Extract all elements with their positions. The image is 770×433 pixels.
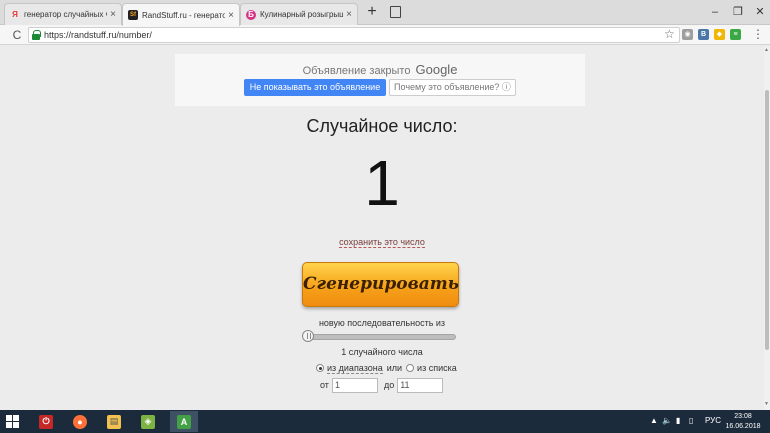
chat-icon[interactable]: ◆ — [714, 29, 725, 40]
blog-icon: Б — [246, 9, 256, 20]
tab-randstuff[interactable]: Sf RandStuff.ru - генератор сл × — [122, 3, 240, 26]
taskbar-power[interactable]: ⏻ — [32, 411, 60, 432]
taskbar-firefox[interactable]: ● — [66, 411, 94, 432]
url-text[interactable]: https://randstuff.ru/number/ — [44, 30, 152, 40]
google-logo: Google — [415, 62, 458, 77]
clock-date: 16.06.2018 — [725, 423, 761, 430]
scroll-up-icon[interactable]: ▲ — [764, 47, 769, 53]
browser-toolbar: C https://randstuff.ru/number/ — [0, 25, 770, 45]
tab-title: генератор случайных чисел он — [24, 10, 107, 19]
close-icon[interactable]: × — [228, 10, 234, 21]
close-window-button[interactable]: ✕ — [750, 4, 770, 20]
radio-range[interactable] — [316, 364, 324, 372]
hide-ad-button[interactable]: Не показывать это объявление — [244, 79, 386, 96]
volume-icon[interactable]: 🔈 — [662, 416, 672, 425]
save-number-link: сохранить это число — [0, 237, 764, 248]
battery-icon[interactable]: ▯ — [689, 416, 693, 425]
tab-title: RandStuff.ru - генератор сл — [142, 10, 225, 20]
ad-closed-box: Объявление закрыто Google Не показывать … — [175, 54, 585, 106]
range-inputs: от 1 до 11 — [320, 377, 449, 393]
windows-taskbar: ⏻ ● ▤ ◈ A ▲ 🔈 ▮ ▯ РУС 23:08 16.06.2018 — [0, 410, 770, 433]
firefox-icon: ● — [73, 414, 87, 429]
tab-yandex[interactable]: Я генератор случайных чисел он × — [4, 3, 122, 25]
restore-button[interactable]: ❐ — [728, 4, 748, 20]
taskbar-explorer[interactable]: ▤ — [100, 411, 128, 432]
radio-or-label: или — [386, 363, 403, 373]
yandex-icon: Я — [12, 10, 18, 19]
menu-icon[interactable]: ⋮ — [752, 27, 764, 41]
minimize-button[interactable]: – — [705, 4, 725, 20]
ad-title-text: Объявление закрыто — [302, 65, 411, 77]
scroll-down-icon[interactable]: ▼ — [764, 401, 769, 407]
why-ad-button[interactable]: Почему это объявление? ⓘ — [389, 79, 516, 96]
to-input[interactable]: 11 — [397, 377, 444, 393]
tab-search-icon[interactable] — [390, 6, 401, 18]
count-slider-handle[interactable] — [302, 330, 314, 342]
count-slider-track[interactable] — [306, 334, 456, 340]
folder-icon: ▤ — [107, 414, 121, 429]
green-extension-icon[interactable]: ≡ — [730, 29, 741, 40]
power-icon: ⏻ — [39, 414, 53, 429]
tab-strip: Я генератор случайных чисел он × Sf Rand… — [0, 0, 770, 26]
network-icon[interactable]: ▮ — [676, 416, 680, 425]
to-label: до — [383, 380, 395, 390]
random-number-result: 1 — [364, 147, 400, 219]
page-title: Случайное число: — [306, 116, 458, 136]
bluestacks-icon: ◈ — [141, 414, 155, 429]
source-radio-group: из диапазона или из списка — [316, 362, 461, 374]
taskbar-app-active[interactable]: A — [170, 411, 198, 432]
taskbar-bluestacks[interactable]: ◈ — [134, 411, 162, 432]
from-label: от — [320, 380, 329, 390]
address-bar[interactable]: https://randstuff.ru/number/ — [28, 27, 680, 43]
sequence-label: новую последовательность из — [318, 318, 446, 328]
page-scrollbar[interactable]: ▲ ▼ — [764, 46, 770, 410]
radio-list-label[interactable]: из списка — [417, 363, 457, 373]
vk-icon[interactable]: В — [698, 29, 709, 40]
tray-chevron-icon[interactable]: ▲ — [650, 416, 658, 425]
radio-list[interactable] — [406, 364, 415, 372]
language-indicator[interactable]: РУС — [705, 416, 721, 425]
radio-range-label[interactable]: из диапазона — [327, 363, 383, 374]
from-input[interactable]: 1 — [331, 377, 378, 393]
save-number-link-text[interactable]: сохранить это число — [339, 237, 425, 248]
page-content: Объявление закрыто Google Не показывать … — [0, 46, 764, 410]
count-label: 1 случайного числа — [341, 347, 423, 357]
tab-culinary[interactable]: Б Кулинарный розыгрыш) - ок × — [240, 3, 358, 25]
windows-start-icon[interactable] — [6, 415, 20, 429]
close-icon[interactable]: × — [110, 9, 116, 20]
close-icon[interactable]: × — [346, 9, 352, 20]
ad-title: Объявление закрыто Google — [175, 62, 585, 77]
randstuff-icon: Sf — [128, 10, 138, 20]
clock-time: 23:08 — [734, 413, 752, 420]
reload-icon[interactable]: C — [10, 27, 24, 43]
app-icon: A — [177, 414, 191, 429]
extension-icon[interactable]: ◉ — [682, 29, 693, 40]
new-tab-button[interactable]: + — [364, 4, 380, 20]
system-clock[interactable]: 23:08 16.06.2018 — [724, 412, 762, 432]
bookmark-star-icon[interactable]: ☆ — [664, 27, 675, 41]
scrollbar-thumb[interactable] — [765, 90, 769, 350]
generate-button[interactable]: Сгенерировать — [302, 262, 459, 307]
lock-icon — [32, 30, 41, 40]
tab-title: Кулинарный розыгрыш) - ок — [260, 10, 343, 19]
